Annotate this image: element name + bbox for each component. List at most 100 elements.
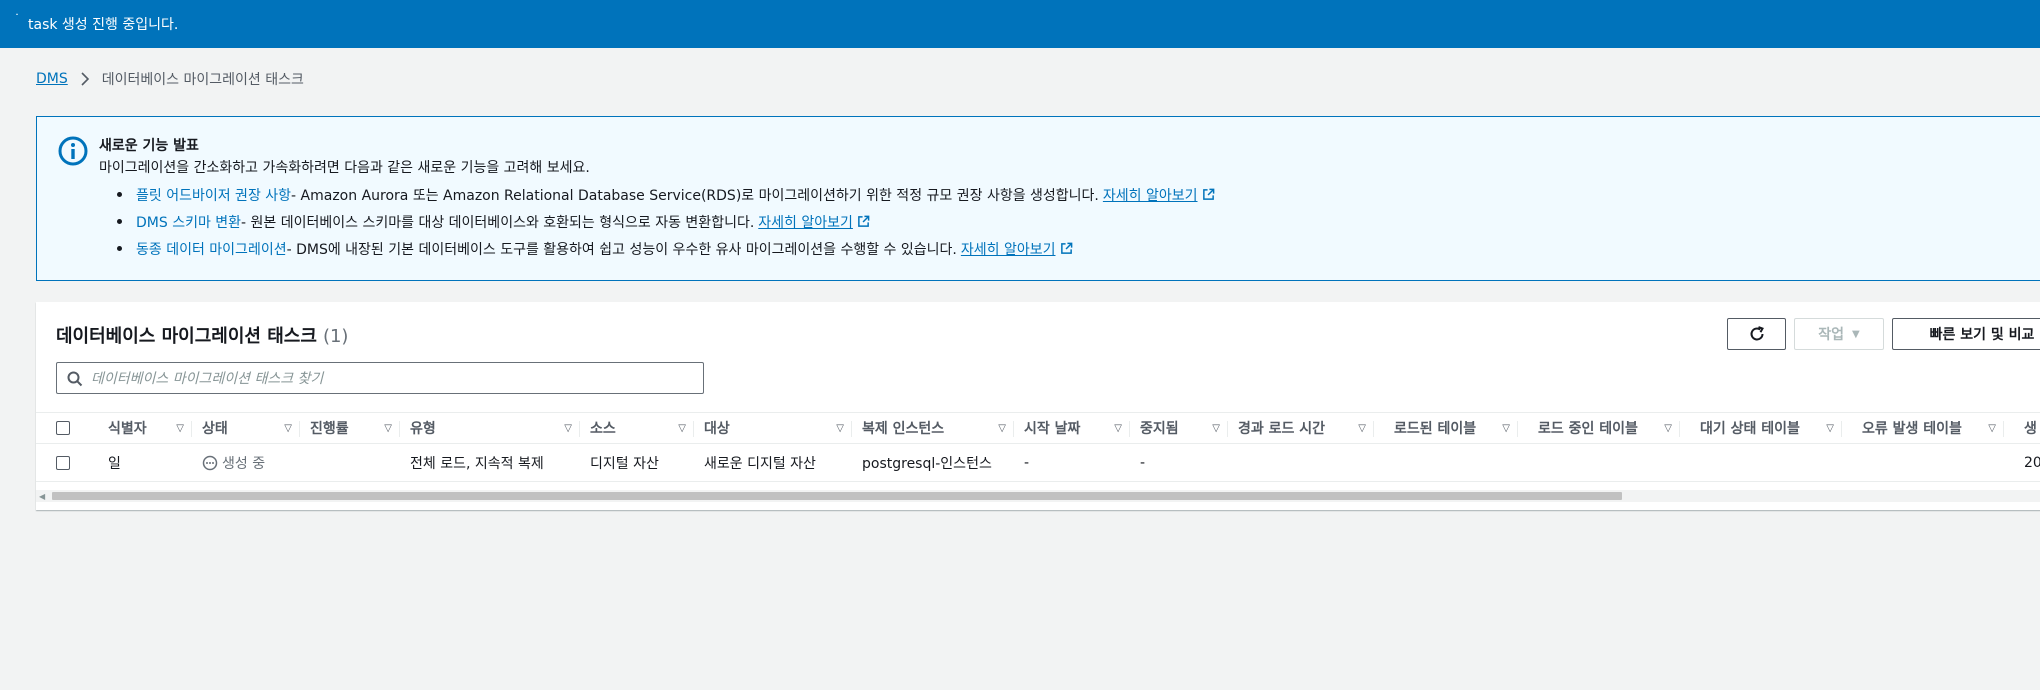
breadcrumb-dms-link[interactable]: DMS bbox=[36, 71, 68, 87]
loading-spinner-icon: ˙ bbox=[14, 12, 20, 26]
column-label: 오류 발생 테이블 bbox=[1862, 421, 1962, 437]
sort-icon: ▽ bbox=[564, 422, 572, 434]
external-link-icon[interactable] bbox=[857, 215, 870, 228]
feature-link-homogeneous-migration[interactable]: 동종 데이터 마이그레이션 bbox=[136, 239, 287, 259]
column-header-elapsed-load-time[interactable]: 경과 로드 시간 ▽ bbox=[1228, 413, 1374, 443]
sort-icon: ▽ bbox=[998, 422, 1006, 434]
column-header-type[interactable]: 유형 ▽ bbox=[400, 413, 580, 443]
feature-link-schema-conversion[interactable]: DMS 스키마 변환 bbox=[136, 212, 241, 232]
sort-icon: ▽ bbox=[1358, 422, 1366, 434]
cell-identifier[interactable]: 일 bbox=[86, 444, 192, 481]
row-checkbox[interactable] bbox=[56, 455, 70, 470]
column-label: 로드 중인 테이블 bbox=[1538, 421, 1638, 437]
column-header-source[interactable]: 소스 ▽ bbox=[580, 413, 694, 443]
row-select-cell bbox=[56, 444, 86, 481]
scroll-left-icon[interactable]: ◀ bbox=[39, 492, 45, 501]
column-header-stopped[interactable]: 중지됨 ▽ bbox=[1130, 413, 1228, 443]
sort-icon: ▽ bbox=[1212, 422, 1220, 434]
flash-banner: ˙ task 생성 진행 중입니다. bbox=[0, 0, 2040, 48]
column-header-target[interactable]: 대상 ▽ bbox=[694, 413, 852, 443]
sort-icon: ▽ bbox=[1502, 422, 1510, 434]
column-label: 경과 로드 시간 bbox=[1238, 421, 1326, 437]
external-link-icon[interactable] bbox=[1202, 188, 1215, 201]
column-label: 대기 상태 테이블 bbox=[1700, 421, 1800, 437]
actions-label: 작업 bbox=[1818, 327, 1845, 343]
announcement-title: 새로운 기능 발표 bbox=[99, 138, 199, 154]
bullet bbox=[117, 192, 122, 197]
search-icon bbox=[67, 371, 83, 387]
cell-replication-instance: postgresql-인스턴스 bbox=[862, 455, 992, 472]
bullet bbox=[117, 219, 122, 224]
learn-more-link[interactable]: 자세히 알아보기 bbox=[961, 239, 1056, 259]
column-label: 식별자 bbox=[108, 421, 147, 437]
cell-start-date: - bbox=[1024, 454, 1030, 471]
column-label: 유형 bbox=[410, 421, 436, 437]
feature-link-fleet-advisor[interactable]: 플릿 어드바이저 권장 사항 bbox=[136, 185, 291, 205]
column-header-start-date[interactable]: 시작 날짜 ▽ bbox=[1014, 413, 1130, 443]
column-label: 로드된 테이블 bbox=[1394, 421, 1477, 437]
cell-progress bbox=[300, 444, 400, 481]
select-all-cell bbox=[56, 413, 86, 443]
cell-status: 생성 중 bbox=[192, 444, 300, 481]
learn-more-link[interactable]: 자세히 알아보기 bbox=[1103, 185, 1198, 205]
bullet bbox=[117, 246, 122, 251]
cell-type: 전체 로드, 지속적 복제 bbox=[410, 455, 544, 472]
column-label: 중지됨 bbox=[1140, 421, 1179, 437]
feature-text: - DMS에 내장된 기본 데이터베이스 도구를 활용하여 쉽고 성능이 우수한… bbox=[286, 241, 957, 258]
chevron-right-icon bbox=[80, 72, 90, 86]
announcement-description: 마이그레이션을 간소화하고 가속화하려면 다음과 같은 새로운 기능을 고려해 … bbox=[99, 160, 590, 176]
status-indicator: 생성 중 bbox=[202, 453, 265, 473]
flash-message: task 생성 진행 중입니다. bbox=[28, 17, 179, 33]
column-header-tables-errored[interactable]: 오류 발생 테이블 ▽ bbox=[1842, 413, 2004, 443]
column-header-status[interactable]: 상태 ▽ bbox=[192, 413, 300, 443]
column-header-created[interactable]: 생 bbox=[2004, 413, 2040, 443]
column-header-progress[interactable]: 진행률 ▽ bbox=[300, 413, 400, 443]
sort-icon: ▽ bbox=[384, 422, 392, 434]
column-label: 상태 bbox=[202, 421, 228, 437]
pending-icon bbox=[202, 455, 218, 470]
column-label: 복제 인스턴스 bbox=[862, 421, 945, 437]
feature-item: 동종 데이터 마이그레이션 - DMS에 내장된 기본 데이터베이스 도구를 활… bbox=[99, 235, 1215, 262]
refresh-icon bbox=[1750, 326, 1764, 341]
status-text: 생성 중 bbox=[222, 455, 266, 472]
feature-item: DMS 스키마 변환 - 원본 데이터베이스 스키마를 대상 데이터베이스와 호… bbox=[99, 208, 1215, 235]
table-row[interactable]: 일 생성 중 전체 로드, 지속적 복제 디지털 자산 새로운 디지털 자산 p… bbox=[36, 444, 2040, 482]
quick-view-compare-button[interactable]: 빠른 보기 및 비교 bbox=[1892, 318, 2040, 350]
info-icon bbox=[57, 135, 89, 171]
cell-target: 새로운 디지털 자산 bbox=[704, 455, 816, 472]
feature-text: - 원본 데이터베이스 스키마를 대상 데이터베이스와 호환되는 형식으로 자동… bbox=[241, 214, 755, 231]
breadcrumb-current: 데이터베이스 마이그레이션 태스크 bbox=[101, 72, 304, 88]
sort-icon: ▽ bbox=[1114, 422, 1122, 434]
external-link-icon[interactable] bbox=[1060, 242, 1073, 255]
actions-button[interactable]: 작업 ▼ bbox=[1794, 318, 1884, 350]
search-placeholder: 데이터베이스 마이그레이션 태스크 찾기 bbox=[91, 371, 324, 387]
sort-icon: ▽ bbox=[176, 422, 184, 434]
refresh-button[interactable] bbox=[1727, 318, 1786, 350]
column-header-replication-instance[interactable]: 복제 인스턴스 ▽ bbox=[852, 413, 1014, 443]
column-label: 대상 bbox=[704, 421, 730, 437]
tasks-table-panel: 데이터베이스 마이그레이션 태스크 (1) 작업 ▼ 빠른 보기 및 비교 데이터… bbox=[36, 302, 2040, 510]
column-header-tables-loaded[interactable]: 로드된 테이블 ▽ bbox=[1374, 413, 1518, 443]
cell-created: 20 bbox=[2024, 454, 2040, 471]
sort-icon: ▽ bbox=[836, 422, 844, 434]
sort-icon: ▽ bbox=[678, 422, 686, 434]
feature-announcement: 새로운 기능 발표 마이그레이션을 간소화하고 가속화하려면 다음과 같은 새로… bbox=[36, 116, 2040, 281]
select-all-checkbox[interactable] bbox=[56, 421, 70, 435]
column-label: 진행률 bbox=[310, 421, 349, 437]
search-input[interactable]: 데이터베이스 마이그레이션 태스크 찾기 bbox=[56, 362, 704, 394]
table-title-text: 데이터베이스 마이그레이션 태스크 bbox=[56, 326, 317, 347]
horizontal-scrollbar[interactable]: ◀ bbox=[36, 490, 2040, 502]
learn-more-link[interactable]: 자세히 알아보기 bbox=[758, 212, 853, 232]
column-label: 소스 bbox=[590, 421, 616, 437]
column-header-tables-queued[interactable]: 대기 상태 테이블 ▽ bbox=[1680, 413, 1842, 443]
feature-item: 플릿 어드바이저 권장 사항 - Amazon Aurora 또는 Amazon… bbox=[99, 181, 1215, 208]
cell-source: 디지털 자산 bbox=[590, 455, 659, 472]
scrollbar-thumb[interactable] bbox=[52, 492, 1622, 500]
sort-icon: ▽ bbox=[284, 422, 292, 434]
column-header-tables-loading[interactable]: 로드 중인 테이블 ▽ bbox=[1518, 413, 1680, 443]
breadcrumb: DMS 데이터베이스 마이그레이션 태스크 bbox=[36, 69, 304, 89]
table-count: (1) bbox=[322, 326, 349, 347]
feature-list: 플릿 어드바이저 권장 사항 - Amazon Aurora 또는 Amazon… bbox=[99, 181, 1215, 262]
table-title: 데이터베이스 마이그레이션 태스크 (1) bbox=[56, 322, 348, 348]
column-header-identifier[interactable]: 식별자 ▽ bbox=[86, 413, 192, 443]
